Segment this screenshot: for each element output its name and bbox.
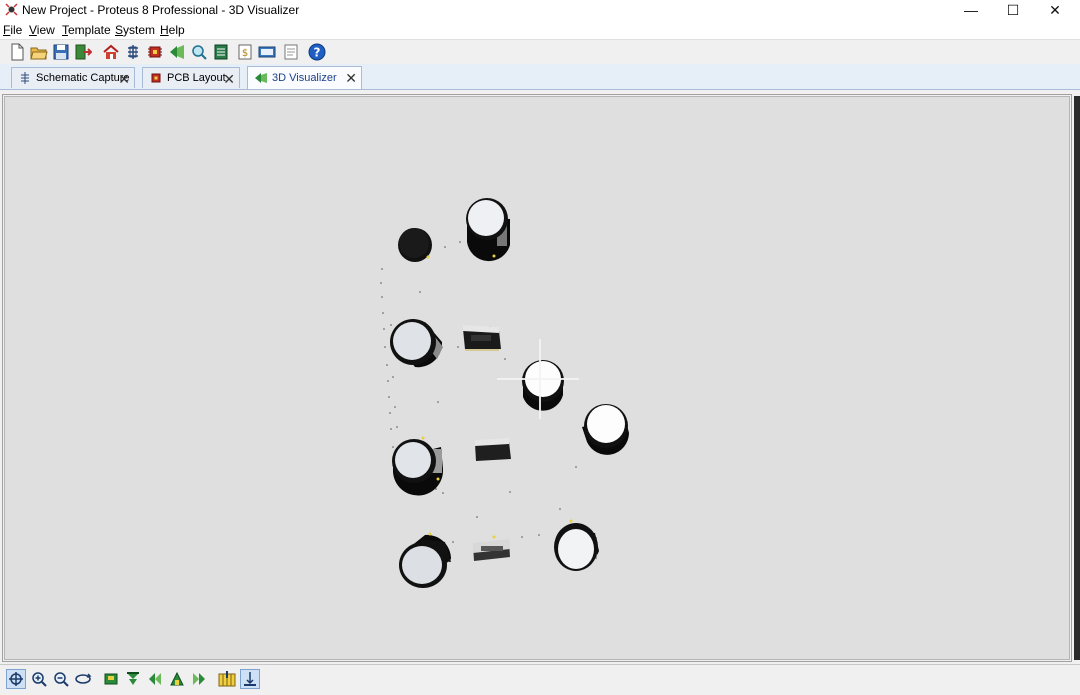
menu-bar: File View Template System Help — [0, 20, 1080, 39]
close-tab-icon[interactable]: ✕ — [345, 70, 357, 87]
component-ic-chip[interactable] — [463, 325, 501, 351]
right-view-icon[interactable] — [189, 669, 209, 689]
3d-visualizer-icon — [254, 71, 268, 85]
component-electrolytic-capacitor[interactable] — [399, 532, 452, 589]
view-toolbar — [0, 664, 1080, 695]
menu-system[interactable]: System — [115, 23, 155, 37]
component-electrolytic-capacitor[interactable] — [522, 360, 564, 411]
gerber-viewer-icon[interactable] — [189, 42, 209, 62]
bom-icon[interactable] — [211, 42, 231, 62]
3d-visualizer-icon[interactable] — [167, 42, 187, 62]
pan-icon[interactable] — [6, 669, 26, 689]
close-tab-icon[interactable]: ✕ — [118, 71, 130, 88]
front-view-icon[interactable] — [123, 669, 143, 689]
help-icon[interactable]: ? — [307, 42, 327, 62]
open-folder-icon[interactable] — [29, 42, 49, 62]
tab-schematic-capture[interactable]: Schematic Capture ✕ — [11, 67, 135, 88]
component-electrolytic-capacitor[interactable] — [390, 319, 443, 368]
tab-label: Schematic Capture — [36, 72, 130, 84]
main-toolbar: $ ? — [0, 39, 1080, 64]
board-toggle-icon[interactable] — [240, 669, 260, 689]
3d-viewport[interactable] — [4, 96, 1070, 660]
notes-icon[interactable] — [281, 42, 301, 62]
component-electrolytic-capacitor[interactable] — [554, 519, 599, 572]
tab-pcb-layout[interactable]: PCB Layout ✕ — [142, 67, 240, 88]
close-window-button[interactable]: ✕ — [1034, 0, 1076, 20]
close-icon: ✕ — [1049, 1, 1061, 18]
zoom-in-icon[interactable] — [29, 669, 49, 689]
menu-file[interactable]: File — [3, 23, 22, 37]
minimize-button[interactable]: — — [950, 0, 992, 20]
window-title: New Project - Proteus 8 Professional - 3… — [22, 3, 300, 17]
title-bar: New Project - Proteus 8 Professional - 3… — [0, 0, 1080, 20]
orbit-icon[interactable] — [73, 669, 93, 689]
vsm-studio-icon[interactable] — [257, 42, 277, 62]
schematic-icon[interactable] — [123, 42, 143, 62]
pcb-icon — [149, 71, 163, 85]
back-view-icon[interactable] — [167, 669, 187, 689]
menu-template[interactable]: Template — [62, 23, 111, 37]
save-icon[interactable] — [51, 42, 71, 62]
new-file-icon[interactable] — [7, 42, 27, 62]
component-ic-chip[interactable] — [475, 438, 511, 461]
left-view-icon[interactable] — [145, 669, 165, 689]
tab-label: 3D Visualizer — [272, 72, 337, 84]
design-explorer-icon[interactable]: $ — [235, 42, 255, 62]
maximize-button[interactable]: ☐ — [992, 0, 1034, 20]
home-icon[interactable] — [101, 42, 121, 62]
svg-text:$: $ — [242, 48, 248, 59]
maximize-icon: ☐ — [1006, 1, 1020, 18]
tab-3d-visualizer[interactable]: 3D Visualizer ✕ — [247, 66, 362, 89]
component-electrolytic-capacitor[interactable] — [582, 404, 629, 455]
schematic-icon — [18, 71, 32, 85]
component-capacitor-small[interactable] — [398, 228, 432, 262]
component-electrolytic-capacitor[interactable] — [466, 198, 510, 262]
tab-label: PCB Layout — [167, 72, 226, 84]
document-tabs: Schematic Capture ✕ PCB Layout ✕ 3D Visu… — [0, 64, 1080, 90]
menu-help[interactable]: Help — [160, 23, 185, 37]
close-tab-icon[interactable]: ✕ — [223, 71, 235, 88]
close-project-icon[interactable] — [73, 42, 93, 62]
top-view-icon[interactable] — [101, 669, 121, 689]
component-ic-chip[interactable] — [473, 535, 510, 562]
zoom-out-icon[interactable] — [51, 669, 71, 689]
component-electrolytic-capacitor[interactable] — [392, 436, 444, 496]
pcb-icon[interactable] — [145, 42, 165, 62]
minimize-icon: — — [964, 2, 978, 18]
svg-text:?: ? — [314, 46, 321, 60]
menu-view[interactable]: View — [29, 23, 55, 37]
viewport-edge — [1074, 96, 1080, 660]
height-toggle-icon[interactable] — [217, 669, 237, 689]
3d-scene — [380, 198, 629, 589]
proteus-app-icon — [5, 3, 18, 16]
